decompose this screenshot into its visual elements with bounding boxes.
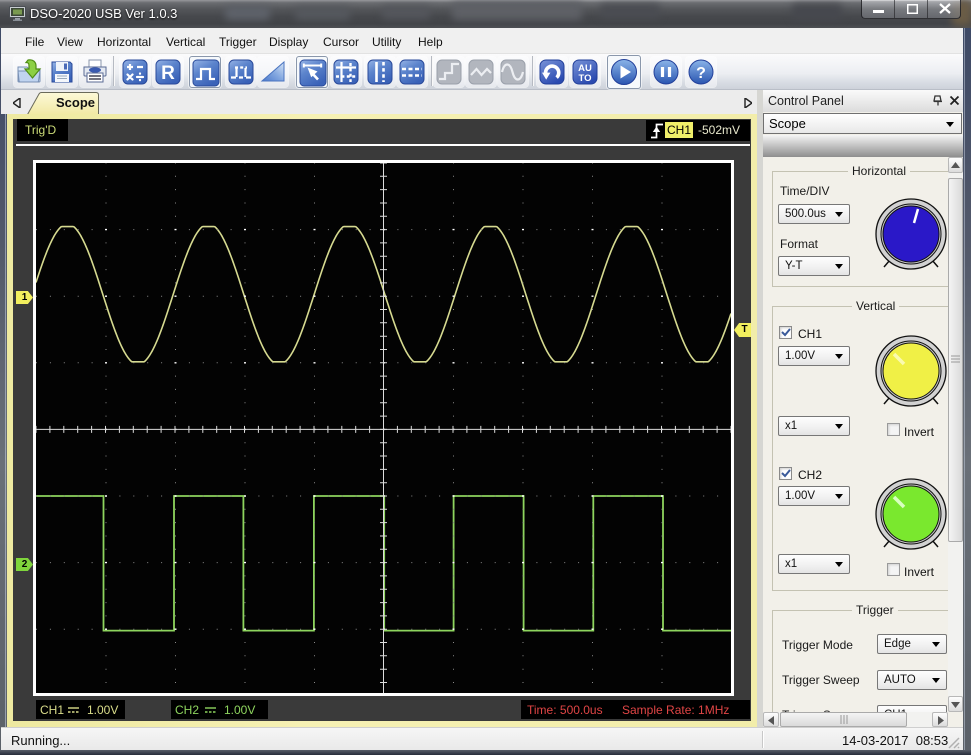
svg-text:?: ? [696, 65, 706, 82]
svg-text:R: R [161, 63, 175, 84]
svg-text:TO: TO [578, 73, 591, 84]
